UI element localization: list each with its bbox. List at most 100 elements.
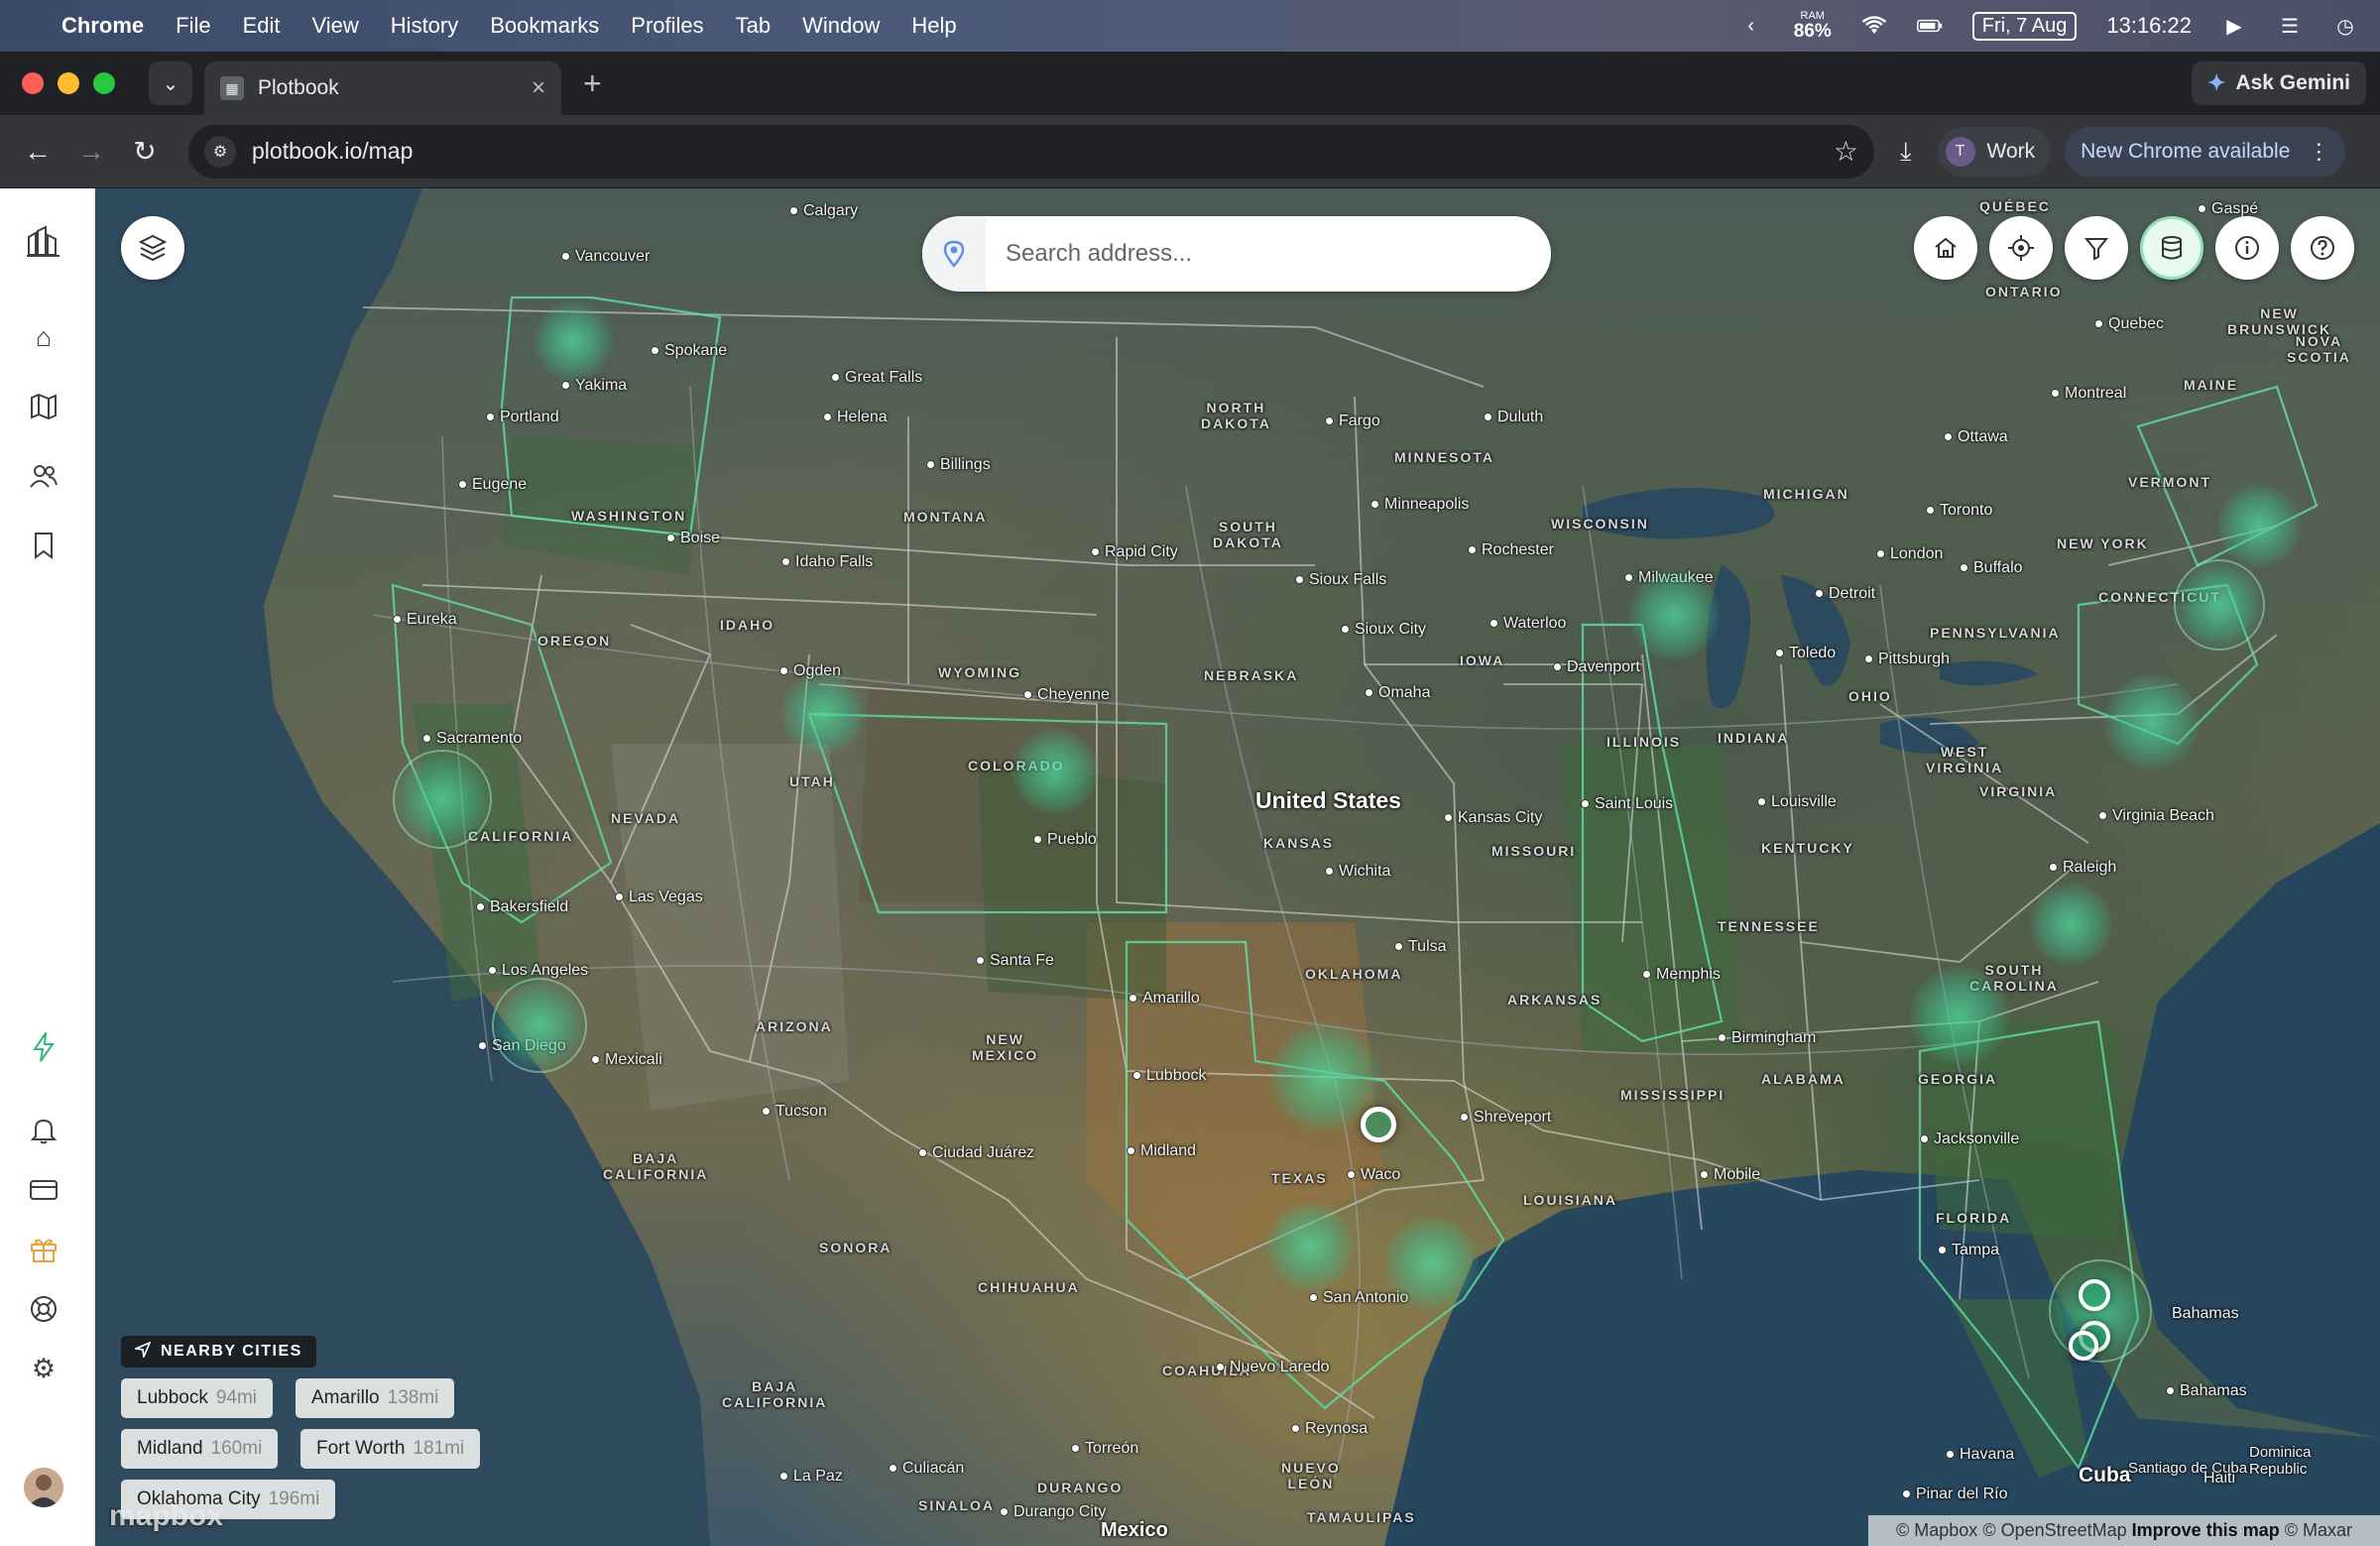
gift-icon[interactable] xyxy=(24,1230,63,1269)
tab-search-chevron-icon[interactable]: ⌄ xyxy=(149,61,192,105)
menu-file[interactable]: File xyxy=(176,13,210,39)
selected-location-marker[interactable] xyxy=(1361,1107,1396,1142)
back-arrow-icon[interactable]: ← xyxy=(18,132,58,172)
menu-tab[interactable]: Tab xyxy=(736,13,771,39)
map-cluster-marker[interactable] xyxy=(1012,728,1099,815)
attribution-mapbox-link[interactable]: © Mapbox xyxy=(1896,1520,1977,1541)
nearby-city-distance: 138mi xyxy=(387,1387,439,1408)
attribution-osm-link[interactable]: © OpenStreetMap xyxy=(1982,1520,2126,1541)
address-search-bar[interactable] xyxy=(922,216,1551,292)
profile-button[interactable]: T Work xyxy=(1937,126,2052,177)
nearby-city-chip-midland[interactable]: Midland 160mi xyxy=(121,1429,279,1469)
improve-map-link[interactable]: Improve this map xyxy=(2132,1520,2280,1541)
map-cluster-marker[interactable] xyxy=(2217,484,2301,567)
close-tab-icon[interactable]: × xyxy=(532,74,545,102)
filter-button[interactable] xyxy=(2065,216,2128,280)
map-cluster-marker[interactable] xyxy=(781,672,865,756)
map-city-london: London xyxy=(1876,545,1943,563)
menu-history[interactable]: History xyxy=(391,13,458,39)
url-text[interactable]: plotbook.io/map xyxy=(252,138,413,165)
menu-window[interactable]: Window xyxy=(802,13,880,39)
new-tab-plus-icon[interactable]: + xyxy=(583,65,602,102)
site-settings-icon[interactable]: ⚙ xyxy=(204,135,236,168)
close-window-button[interactable] xyxy=(22,72,44,94)
nearby-city-chip-lubbock[interactable]: Lubbock 94mi xyxy=(121,1378,274,1418)
map-city-sacramento: Sacramento xyxy=(422,730,522,748)
tab-plotbook[interactable]: ▦ Plotbook × xyxy=(204,61,561,115)
location-pin-marker[interactable] xyxy=(2069,1331,2098,1361)
forward-arrow-icon[interactable]: → xyxy=(71,132,111,172)
reload-icon[interactable]: ↻ xyxy=(125,132,165,172)
new-chrome-available-button[interactable]: New Chrome available ⋮ xyxy=(2065,126,2346,177)
clock-icon[interactable]: ◷ xyxy=(2332,15,2358,38)
my-location-button[interactable] xyxy=(1989,216,2053,280)
menu-help[interactable]: Help xyxy=(911,13,956,39)
profile-name: Work xyxy=(1986,139,2036,163)
ram-indicator[interactable]: RAM 86% xyxy=(1794,11,1832,42)
map-cluster-marker[interactable] xyxy=(1384,1216,1480,1311)
profile-avatar: T xyxy=(1945,136,1975,167)
control-center-icon[interactable]: ☰ xyxy=(2277,15,2303,38)
users-icon[interactable] xyxy=(24,456,63,496)
wifi-icon[interactable] xyxy=(1861,15,1887,37)
map-cluster-marker[interactable] xyxy=(393,750,492,849)
map-cluster-marker[interactable] xyxy=(2029,883,2112,966)
address-search-input[interactable] xyxy=(986,216,1551,292)
user-avatar[interactable] xyxy=(24,1468,63,1507)
play-circle-icon[interactable]: ▶ xyxy=(2221,15,2247,38)
map-cluster-marker[interactable] xyxy=(1628,569,1720,660)
help-lifebuoy-icon[interactable] xyxy=(24,1289,63,1329)
info-button[interactable] xyxy=(2215,216,2279,280)
home-view-button[interactable] xyxy=(1914,216,1977,280)
minimize-window-button[interactable] xyxy=(58,72,79,94)
address-bar[interactable]: ⚙ plotbook.io/map ☆ xyxy=(188,124,1874,178)
battery-icon[interactable] xyxy=(1916,15,1943,37)
map-label-durango-state: DURANGO xyxy=(1037,1480,1124,1495)
help-button[interactable] xyxy=(2291,216,2354,280)
layers-button[interactable] xyxy=(121,216,184,280)
settings-gear-icon[interactable]: ⚙ xyxy=(24,1349,63,1388)
chevron-left-icon[interactable]: ‹ xyxy=(1738,15,1764,37)
maximize-window-button[interactable] xyxy=(93,72,115,94)
map-icon[interactable] xyxy=(24,387,63,426)
nearby-city-chip-amarillo[interactable]: Amarillo 138mi xyxy=(296,1378,455,1418)
map-label-california: CALIFORNIA xyxy=(468,828,574,844)
lightning-icon[interactable] xyxy=(24,1027,63,1067)
map-base-layer xyxy=(95,188,2380,1546)
data-layers-button[interactable] xyxy=(2140,216,2203,280)
map-cluster-marker[interactable] xyxy=(1910,966,2009,1065)
bell-icon[interactable] xyxy=(24,1111,63,1150)
ask-gemini-button[interactable]: ✦ Ask Gemini xyxy=(2192,61,2366,105)
kebab-menu-icon[interactable]: ⋮ xyxy=(2308,139,2329,165)
map-label-nuevo-leon: NUEVO LEÓN xyxy=(1281,1460,1341,1491)
map-label-washington: WASHINGTON xyxy=(571,508,687,524)
clock-time[interactable]: 13:16:22 xyxy=(2106,13,2192,39)
menu-app-name[interactable]: Chrome xyxy=(61,13,144,39)
bookmark-icon[interactable] xyxy=(24,526,63,565)
plotbook-logo-icon[interactable] xyxy=(24,222,63,262)
home-icon[interactable]: ⌂ xyxy=(24,317,63,357)
map-cluster-marker[interactable] xyxy=(2104,674,2200,770)
map-label-illinois: ILLINOIS xyxy=(1606,734,1682,750)
nearby-city-chip-fort-worth[interactable]: Fort Worth 181mi xyxy=(300,1429,481,1469)
menu-edit[interactable]: Edit xyxy=(243,13,281,39)
bookmark-star-icon[interactable]: ☆ xyxy=(1834,135,1858,168)
map-label-south-dakota: SOUTH DAKOTA xyxy=(1213,519,1283,550)
map-cluster-marker[interactable] xyxy=(2174,559,2265,651)
attribution-maxar-link[interactable]: © Maxar xyxy=(2285,1520,2352,1541)
menu-view[interactable]: View xyxy=(312,13,359,39)
map-cluster-marker[interactable] xyxy=(492,978,587,1073)
credit-card-icon[interactable] xyxy=(24,1170,63,1210)
help-question-icon xyxy=(2311,236,2334,260)
map-cluster-marker[interactable] xyxy=(1265,1202,1355,1291)
map-city-eureka: Eureka xyxy=(393,611,457,629)
menu-bookmarks[interactable]: Bookmarks xyxy=(490,13,599,39)
map-label-nebraska: NEBRASKA xyxy=(1204,667,1299,683)
date-display[interactable]: Fri, 7 Aug xyxy=(1971,11,2078,41)
menu-profiles[interactable]: Profiles xyxy=(631,13,703,39)
location-pin-marker[interactable] xyxy=(2079,1279,2110,1311)
nearby-city-chip-oklahoma-city[interactable]: Oklahoma City 196mi xyxy=(121,1480,336,1519)
map-canvas[interactable]: WASHINGTON OREGON CALIFORNIA NEVADA IDAH… xyxy=(95,188,2380,1546)
download-icon[interactable]: ⤓ xyxy=(1900,136,1912,168)
map-cluster-marker[interactable] xyxy=(534,301,613,381)
